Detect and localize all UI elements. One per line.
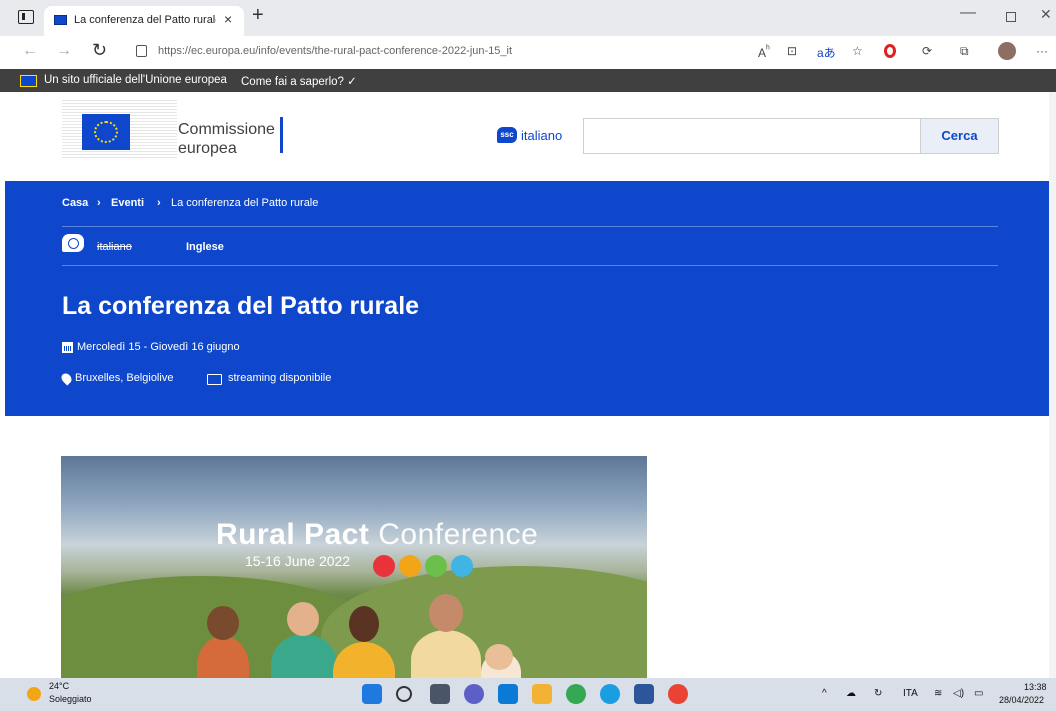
translate-icon[interactable]: aあ: [817, 44, 836, 61]
wifi-icon[interactable]: ≋: [934, 688, 942, 699]
language-icon[interactable]: ssc: [497, 127, 517, 143]
language-unavailable: italiano: [97, 241, 132, 253]
browser-address-row: ← → ↻ https://ec.europa.eu/info/events/t…: [0, 36, 1056, 69]
breadcrumb-separator: ›: [97, 197, 101, 209]
back-arrow-icon[interactable]: ←: [22, 42, 38, 60]
search-icon[interactable]: [396, 686, 412, 702]
eu-stars-icon: [94, 121, 118, 143]
search-input[interactable]: [583, 118, 921, 154]
address-bar[interactable]: https://ec.europa.eu/info/events/the-rur…: [158, 45, 512, 57]
tray-chevron-icon[interactable]: ^: [822, 688, 827, 699]
minimize-button[interactable]: —: [960, 4, 976, 22]
location-pin-icon: [59, 371, 74, 386]
task-view-icon[interactable]: [430, 684, 450, 704]
logo-divider: [280, 117, 283, 153]
logo-text-line2[interactable]: europea: [178, 140, 237, 158]
eu-official-site-bar: Un sito ufficiale dell'Unione europea Co…: [0, 69, 1056, 92]
mail-icon[interactable]: [498, 684, 518, 704]
volume-icon[interactable]: ◁): [953, 688, 964, 699]
page-scrollbar[interactable]: [1049, 92, 1056, 678]
divider: [62, 265, 998, 266]
more-menu-icon[interactable]: ···: [1036, 44, 1048, 58]
chrome-profile-icon[interactable]: [668, 684, 688, 704]
person-head: [485, 644, 513, 670]
forward-arrow-icon[interactable]: →: [56, 42, 72, 60]
collections-icon[interactable]: ⧉: [960, 44, 969, 59]
eu-flag-icon: [20, 75, 37, 87]
clock-time[interactable]: 13:38: [1024, 682, 1047, 692]
start-icon[interactable]: [362, 684, 382, 704]
chat-icon[interactable]: [464, 684, 484, 704]
breadcrumb-events[interactable]: Eventi: [111, 197, 144, 209]
windows-taskbar: 24°C Soleggiato ^ ☁ ↻ ITA ≋ ◁) ▭ 13:38 2…: [0, 678, 1056, 711]
window-close-button[interactable]: ✕: [1040, 6, 1052, 23]
opera-icon[interactable]: [884, 44, 896, 58]
read-aloud-icon[interactable]: Aʰ: [758, 44, 770, 60]
event-location: Bruxelles, Belgiolive: [75, 372, 174, 384]
search-button[interactable]: Cerca: [920, 118, 999, 154]
weather-description[interactable]: Soleggiato: [49, 694, 92, 704]
livestream-icon: [207, 374, 222, 385]
breadcrumb-separator: ›: [157, 197, 161, 209]
extensions-icon[interactable]: ⟳: [922, 44, 932, 58]
event-streaming: streaming disponibile: [228, 372, 332, 384]
calendar-icon: [62, 342, 73, 353]
person-head: [429, 594, 463, 632]
event-dates: Mercoledì 15 - Giovedì 16 giugno: [77, 341, 240, 353]
language-english-link[interactable]: Inglese: [186, 241, 224, 253]
nature-icon: [425, 555, 447, 577]
page-title: La conferenza del Patto rurale: [62, 292, 420, 320]
how-do-you-know-link[interactable]: Come fai a saperlo? ✓: [241, 74, 357, 88]
site-header: Commissione europea ssc italiano Cerca: [0, 92, 1056, 181]
tab-close-icon[interactable]: ×: [224, 11, 232, 27]
lock-icon[interactable]: [136, 45, 147, 57]
clock-date[interactable]: 28/04/2022: [999, 695, 1044, 705]
browser-tab[interactable]: La conferenza del Patto rurale | C ×: [44, 6, 244, 36]
banner-title-light: Conference: [369, 518, 539, 551]
profile-avatar-icon[interactable]: [998, 42, 1016, 60]
cycling-icon: [373, 555, 395, 577]
url-path: /info/events/the-rural-pact-conference-2…: [255, 45, 513, 57]
weather-temperature[interactable]: 24°C: [49, 681, 69, 691]
maximize-button[interactable]: [1006, 12, 1016, 22]
food-icon: [399, 555, 421, 577]
update-icon[interactable]: ↻: [874, 688, 882, 699]
language-selector[interactable]: italiano: [521, 128, 562, 143]
divider: [62, 226, 998, 227]
new-tab-button[interactable]: +: [252, 4, 264, 27]
tab-actions-icon[interactable]: [18, 10, 34, 24]
browser-tab-strip: La conferenza del Patto rurale | C × + —…: [0, 0, 1056, 36]
input-language[interactable]: ITA: [903, 688, 918, 699]
person-head: [349, 606, 379, 642]
eu-official-text: Un sito ufficiale dell'Unione europea: [44, 74, 227, 86]
breadcrumb-current: La conferenza del Patto rurale: [171, 197, 319, 209]
event-banner-image: Rural Pact Conference 15-16 June 2022: [61, 456, 647, 678]
favorites-icon[interactable]: ☆: [852, 44, 863, 58]
immersive-reader-icon[interactable]: ⊡: [787, 44, 797, 58]
battery-icon[interactable]: ▭: [974, 688, 983, 699]
file-explorer-icon[interactable]: [532, 684, 552, 704]
banner-date: 15-16 June 2022: [245, 553, 351, 569]
snow-icon: [451, 555, 473, 577]
edge-icon[interactable]: [600, 684, 620, 704]
onedrive-icon[interactable]: ☁: [846, 688, 856, 699]
person-head: [287, 602, 319, 636]
banner-title-bold: Rural Pact: [216, 518, 370, 551]
word-icon[interactable]: [634, 684, 654, 704]
breadcrumb-home[interactable]: Casa: [62, 197, 88, 209]
sun-weather-icon[interactable]: [27, 687, 41, 701]
url-host: https://ec.europa.eu: [158, 45, 256, 57]
language-bubble-icon: [62, 234, 84, 252]
tab-title: La conferenza del Patto rurale | C: [74, 14, 216, 26]
refresh-icon[interactable]: ↻: [92, 40, 107, 61]
eu-favicon-icon: [54, 15, 67, 25]
event-header: Casa › Eventi › La conferenza del Patto …: [5, 181, 1055, 416]
banner-title: Rural Pact Conference: [216, 518, 538, 552]
person-head: [207, 606, 239, 640]
logo-text-line1[interactable]: Commissione: [178, 121, 275, 139]
chrome-icon[interactable]: [566, 684, 586, 704]
